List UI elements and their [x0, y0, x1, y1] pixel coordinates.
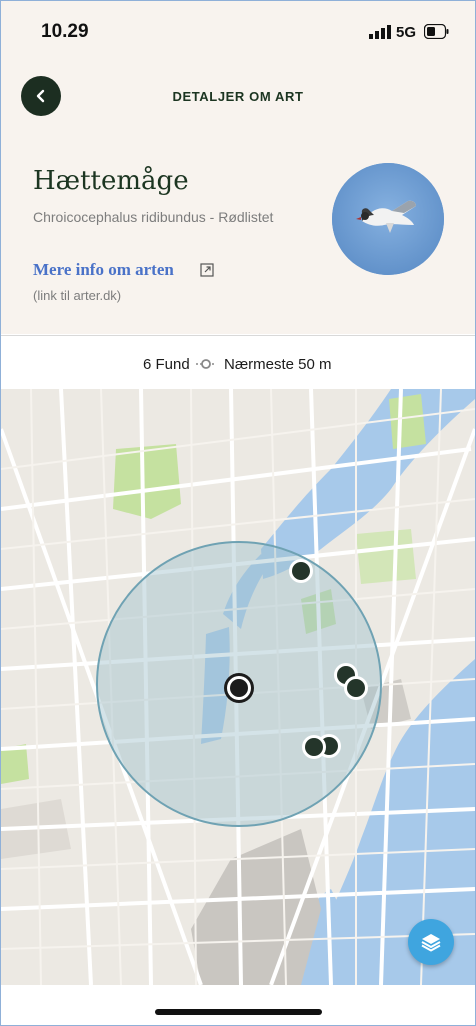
finding-marker[interactable]: [344, 676, 368, 700]
finding-marker[interactable]: [289, 559, 313, 583]
status-bar: 10.29 5G: [1, 1, 475, 53]
findings-map[interactable]: [1, 389, 475, 985]
more-info-link[interactable]: Mere info om arten: [33, 260, 174, 280]
park-area: [113, 444, 181, 519]
park-area: [389, 394, 426, 449]
gull-image: [332, 163, 444, 275]
bottom-safe-area: [1, 985, 475, 1025]
current-location-marker[interactable]: [224, 673, 254, 703]
distance-dot-icon: [196, 359, 216, 369]
app-screen: 10.29 5G DETALJER OM ART Hættemåge Chroi…: [0, 0, 476, 1026]
findings-summary: 6 Fund Nærmeste 50 m: [1, 335, 475, 390]
layers-button[interactable]: [408, 919, 454, 965]
external-link-icon[interactable]: [200, 263, 214, 277]
species-header: 10.29 5G DETALJER OM ART Hættemåge Chroi…: [1, 1, 475, 334]
link-note: (link til arter.dk): [33, 288, 122, 303]
nearest-distance: Nærmeste 50 m: [224, 356, 332, 373]
network-label: 5G: [396, 24, 417, 41]
species-name: Hættemåge: [33, 166, 189, 196]
status-time: 10.29: [41, 21, 89, 42]
page-title: DETALJER OM ART: [172, 89, 304, 104]
park-area: [356, 529, 416, 584]
layers-icon: [421, 934, 441, 952]
species-photo: [332, 163, 444, 275]
signal-icon: [369, 25, 391, 39]
home-indicator[interactable]: [155, 1009, 322, 1015]
map-canvas[interactable]: [1, 389, 475, 985]
findings-count: 6 Fund: [143, 356, 190, 373]
finding-marker[interactable]: [302, 735, 326, 759]
battery-icon: [424, 24, 449, 39]
species-latin-name: Chroicocephalus ridibundus - Rødlistet: [33, 209, 274, 225]
